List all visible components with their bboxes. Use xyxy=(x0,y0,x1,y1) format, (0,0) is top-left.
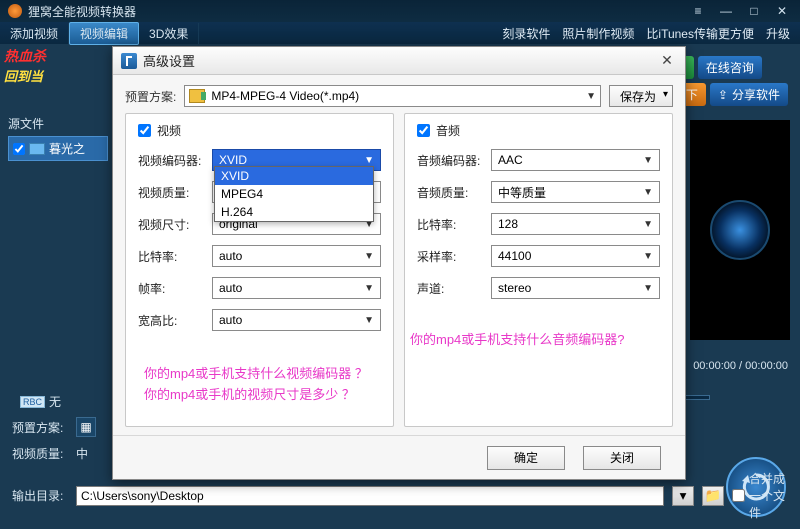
annotation-audio: 你的mp4或手机支持什么音频编码器? xyxy=(410,330,660,351)
video-enable-checkbox[interactable] xyxy=(138,124,151,137)
video-bitrate-select[interactable]: auto▼ xyxy=(212,245,381,267)
close-button[interactable]: ✕ xyxy=(772,4,792,18)
video-bitrate-label: 比特率: xyxy=(138,248,204,265)
quality-label: 视频质量: xyxy=(12,445,68,462)
audio-bitrate-select[interactable]: 128▼ xyxy=(491,213,660,235)
save-as-button[interactable]: 保存为 xyxy=(609,85,673,107)
toolbar: 添加视频 视频编辑 3D效果 刻录软件 照片制作视频 比iTunes传输更方便 … xyxy=(0,22,800,44)
rbc-icon: RBC xyxy=(20,396,45,408)
source-panel: 源文件 暮光之 xyxy=(8,115,108,375)
video-encoder-label: 视频编码器: xyxy=(138,152,204,169)
open-folder-button[interactable]: 📁 xyxy=(702,486,724,506)
preset-dropdown[interactable]: MP4-MPEG-4 Video(*.mp4) ▼ xyxy=(184,85,601,107)
video-aspect-select[interactable]: auto▼ xyxy=(212,309,381,331)
option-h264[interactable]: H.264 xyxy=(215,203,373,221)
disc-icon xyxy=(710,200,770,260)
audio-column: 音频 音频编码器: AAC▼ 音频质量: 中等质量▼ 比特率: 128▼ 采样率… xyxy=(404,113,673,427)
video-aspect-label: 宽高比: xyxy=(138,312,204,329)
timecode: 00:00:00 / 00:00:00 xyxy=(693,360,788,372)
chevron-down-icon: ▼ xyxy=(586,91,596,102)
option-xvid[interactable]: XVID xyxy=(215,167,373,185)
options-button[interactable]: ≡ xyxy=(688,4,708,18)
app-icon xyxy=(8,4,22,18)
dialog-close-button[interactable]: ✕ xyxy=(657,52,677,70)
dialog-title: 高级设置 xyxy=(143,51,195,70)
output-path-input[interactable] xyxy=(76,486,664,506)
film-icon xyxy=(29,143,45,155)
video-section-label: 视频 xyxy=(157,122,181,139)
source-item[interactable]: 暮光之 xyxy=(8,136,108,161)
audio-quality-select[interactable]: 中等质量▼ xyxy=(491,181,660,203)
tab-3d-effect[interactable]: 3D效果 xyxy=(139,23,199,44)
audio-sample-label: 采样率: xyxy=(417,248,483,265)
audio-encoder-select[interactable]: AAC▼ xyxy=(491,149,660,171)
dialog-footer: 确定 关闭 xyxy=(113,435,685,479)
rbc-text: 无 xyxy=(49,393,61,410)
preview-pane xyxy=(690,120,790,340)
video-fps-label: 帧率: xyxy=(138,280,204,297)
quality-value: 中 xyxy=(76,445,88,462)
merge-checkbox-label[interactable]: 合并成一个文件 xyxy=(732,470,788,521)
banner: 热血杀 回到当 xyxy=(0,44,120,88)
annotation-video: 你的mp4或手机支持什么视频编码器 ？ 你的mp4或手机的视频尺寸是多少 ？ xyxy=(144,364,368,406)
link-itunes[interactable]: 比iTunes传输更方便 xyxy=(646,25,754,42)
audio-channel-select[interactable]: stereo▼ xyxy=(491,277,660,299)
video-fps-select[interactable]: auto▼ xyxy=(212,277,381,299)
audio-enable-checkbox[interactable] xyxy=(417,124,430,137)
preset-label: 预置方案: xyxy=(12,419,68,436)
cancel-button[interactable]: 关闭 xyxy=(583,446,661,470)
link-upgrade[interactable]: 升级 xyxy=(766,25,790,42)
browse-button[interactable]: ▾ xyxy=(672,486,694,506)
source-title: 源文件 xyxy=(8,115,108,132)
audio-section-label: 音频 xyxy=(436,122,460,139)
titlebar: 狸窝全能视频转换器 ≡ ― □ ✕ xyxy=(0,0,800,22)
rbc-status: RBC 无 xyxy=(20,393,61,410)
audio-encoder-label: 音频编码器: xyxy=(417,152,483,169)
banner-line1: 热血杀 xyxy=(4,46,116,66)
merge-text: 合并成一个文件 xyxy=(749,470,788,521)
banner-line2: 回到当 xyxy=(4,66,116,85)
preset-value: MP4-MPEG-4 Video(*.mp4) xyxy=(211,89,580,103)
source-item-name: 暮光之 xyxy=(49,140,85,157)
dialog-titlebar: 高级设置 ✕ xyxy=(113,47,685,75)
video-column: 视频 视频编码器: XVID▼ 视频质量: ▼ 视频尺寸: original▼ … xyxy=(125,113,394,427)
link-photo[interactable]: 照片制作视频 xyxy=(562,25,634,42)
source-item-check[interactable] xyxy=(13,143,25,155)
audio-sample-select[interactable]: 44100▼ xyxy=(491,245,660,267)
ok-button[interactable]: 确定 xyxy=(487,446,565,470)
link-burn[interactable]: 刻录软件 xyxy=(502,25,550,42)
badge-online[interactable]: 在线咨询 xyxy=(698,56,762,79)
settings-icon xyxy=(121,53,137,69)
video-encoder-options: XVID MPEG4 H.264 xyxy=(214,166,374,222)
app-title: 狸窝全能视频转换器 xyxy=(28,3,688,20)
preset-icon-button[interactable]: ▦ xyxy=(76,417,96,437)
output-label: 输出目录: xyxy=(12,487,68,504)
minimize-button[interactable]: ― xyxy=(716,4,736,18)
audio-bitrate-label: 比特率: xyxy=(417,216,483,233)
audio-channel-label: 声道: xyxy=(417,280,483,297)
tab-video-edit[interactable]: 视频编辑 xyxy=(69,22,139,45)
video-size-label: 视频尺寸: xyxy=(138,216,204,233)
merge-checkbox[interactable] xyxy=(732,489,745,502)
option-mpeg4[interactable]: MPEG4 xyxy=(215,185,373,203)
tab-add-video[interactable]: 添加视频 xyxy=(0,23,69,44)
badge-share[interactable]: ⇪ 分享软件 xyxy=(710,83,788,106)
mp4-icon xyxy=(189,89,205,103)
video-quality-label: 视频质量: xyxy=(138,184,204,201)
preset-label: 预置方案: xyxy=(125,88,176,105)
preset-row: 预置方案: MP4-MPEG-4 Video(*.mp4) ▼ 保存为 xyxy=(113,75,685,113)
audio-quality-label: 音频质量: xyxy=(417,184,483,201)
maximize-button[interactable]: □ xyxy=(744,4,764,18)
advanced-settings-dialog: 高级设置 ✕ 预置方案: MP4-MPEG-4 Video(*.mp4) ▼ 保… xyxy=(112,46,686,480)
